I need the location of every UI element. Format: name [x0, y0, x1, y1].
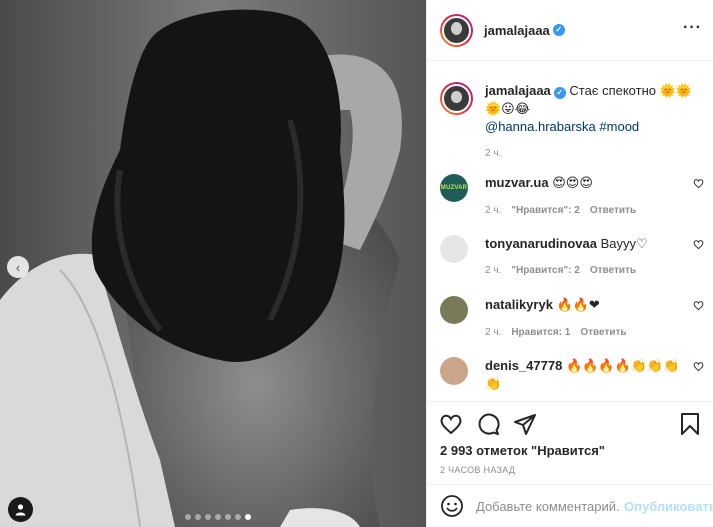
emoji-picker-icon[interactable] — [440, 494, 464, 518]
comment-bubble-icon[interactable] — [476, 412, 500, 436]
comment-emoji: 🔥🔥❤ — [556, 298, 600, 313]
author-avatar[interactable] — [440, 13, 473, 47]
comment-username[interactable]: tonyanarudinovaa — [485, 236, 597, 251]
more-options-button[interactable]: ··· — [683, 20, 702, 36]
comment-time[interactable]: 2 ч. — [485, 202, 501, 219]
caption-avatar[interactable] — [440, 82, 473, 115]
comment-likes[interactable]: "Нравится": 2 — [511, 202, 580, 219]
comment-text: Bayyy♡ — [600, 236, 648, 251]
comment-username[interactable]: denis_47778 — [485, 358, 562, 373]
carousel-prev-button[interactable]: ‹ — [7, 256, 29, 278]
share-paper-plane-icon[interactable] — [513, 412, 537, 436]
carousel-dot — [185, 514, 191, 520]
carousel-dot-active — [245, 514, 251, 520]
comment-avatar[interactable] — [440, 235, 468, 263]
comment-avatar[interactable] — [440, 357, 468, 385]
chevron-left-icon: ‹ — [15, 259, 21, 275]
add-comment-bar: Опубликовать — [427, 484, 713, 527]
like-comment-heart-icon[interactable] — [693, 361, 704, 372]
comment-time[interactable]: 2 ч. — [485, 262, 501, 279]
comment-username[interactable]: muzvar.ua — [485, 175, 549, 190]
carousel-indicator — [185, 514, 251, 520]
carousel-dot — [205, 514, 211, 520]
caption-time[interactable]: 2 ч. — [485, 145, 700, 162]
comment-item: natalikyryk 🔥🔥❤ 2 ч. Нравится: 1 Ответит… — [440, 296, 704, 341]
carousel-dot — [215, 514, 221, 520]
like-comment-heart-icon[interactable] — [693, 300, 704, 311]
carousel-dot — [195, 514, 201, 520]
save-bookmark-icon[interactable] — [678, 412, 702, 436]
comment-item: MUZVAR muzvar.ua 😍😍😍 2 ч. "Нравится": 2 … — [440, 174, 704, 219]
verified-badge-icon: ✓ — [552, 24, 565, 36]
caption-hashtag-link[interactable]: #mood — [599, 119, 639, 134]
likes-count[interactable]: 2 993 отметок "Нравится" — [440, 443, 605, 458]
comment-time[interactable]: 2 ч. — [485, 324, 501, 341]
carousel-dot — [235, 514, 241, 520]
reply-button[interactable]: Ответить — [590, 202, 636, 219]
like-heart-icon[interactable] — [439, 412, 463, 436]
verified-badge-icon: ✓ — [553, 87, 566, 99]
photo-image — [0, 0, 426, 527]
caption-emoji-2: 🌞😛😂 — [485, 102, 530, 117]
caption-emoji: 🌞🌞 — [659, 84, 692, 99]
comment-emoji-2: 👏 — [485, 377, 502, 392]
like-comment-heart-icon[interactable] — [693, 178, 704, 189]
post-sidebar: jamalajaaa ✓ ··· jamalajaaa ✓ Стає спекот… — [426, 0, 713, 527]
reply-button[interactable]: Ответить — [590, 262, 636, 279]
comments-list[interactable]: jamalajaaa ✓ Стає спекотно 🌞🌞 🌞😛😂 @hanna.… — [427, 61, 713, 401]
carousel-dot — [225, 514, 231, 520]
author-username[interactable]: jamalajaaa — [484, 23, 550, 38]
comment-item: denis_47778 🔥🔥🔥🔥👏👏👏 👏 — [440, 357, 704, 393]
caption-username[interactable]: jamalajaaa — [485, 83, 551, 98]
comment-avatar[interactable]: MUZVAR — [440, 174, 468, 202]
comment-avatar[interactable] — [440, 296, 468, 324]
comment-likes[interactable]: Нравится: 1 — [511, 324, 570, 341]
reply-button[interactable]: Ответить — [580, 324, 626, 341]
like-comment-heart-icon[interactable] — [693, 239, 704, 250]
tagged-users-button[interactable] — [8, 497, 33, 522]
comment-emoji: 😍😍😍 — [552, 176, 593, 191]
post-photo[interactable]: ‹ — [0, 0, 426, 527]
post-actions: 2 993 отметок "Нравится" 2 ЧАСОВ НАЗАД — [427, 401, 713, 483]
post-header: jamalajaaa ✓ ··· — [427, 0, 713, 61]
comment-likes[interactable]: "Нравится": 2 — [511, 262, 580, 279]
caption-mention-link[interactable]: @hanna.hrabarska — [485, 119, 596, 134]
caption-text: Стає спекотно — [569, 83, 656, 98]
comment-item: tonyanarudinovaa Bayyy♡ 2 ч. "Нравится":… — [440, 235, 704, 279]
post-timestamp[interactable]: 2 ЧАСОВ НАЗАД — [440, 465, 515, 475]
post-caption: jamalajaaa ✓ Стає спекотно 🌞🌞 🌞😛😂 @hanna.… — [440, 82, 700, 162]
user-icon — [15, 504, 26, 516]
comment-emoji: 🔥🔥🔥🔥👏👏👏 — [565, 359, 680, 374]
publish-comment-button[interactable]: Опубликовать — [624, 499, 713, 514]
comment-input[interactable] — [476, 498, 621, 514]
comment-username[interactable]: natalikyryk — [485, 297, 553, 312]
